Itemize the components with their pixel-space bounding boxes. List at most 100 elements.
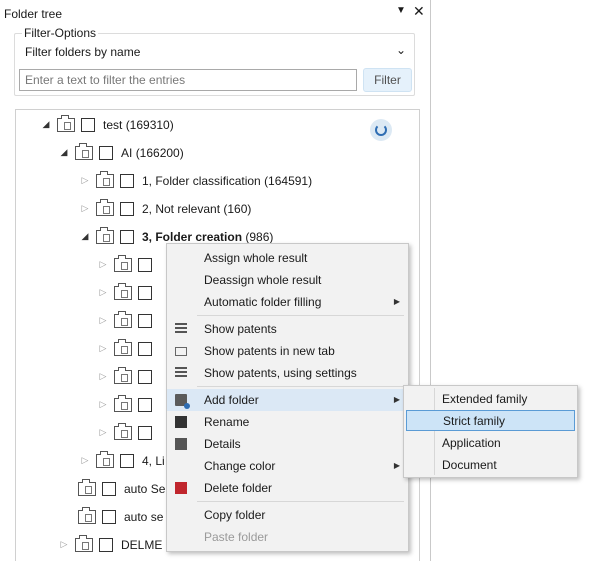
menu-item-rename[interactable]: Rename: [167, 411, 408, 433]
folder-icon: [96, 451, 114, 468]
folder-checkbox[interactable]: [138, 286, 152, 300]
submenu-item-application[interactable]: Application: [406, 433, 575, 454]
panel-menu-dropdown-icon[interactable]: ▼: [396, 5, 406, 16]
collapse-arrow-icon[interactable]: ▷: [59, 539, 69, 550]
collapse-arrow-icon[interactable]: ▷: [98, 287, 108, 298]
menu-item-label: Show patents in new tab: [204, 344, 335, 358]
folder-checkbox[interactable]: [120, 454, 134, 468]
menu-item-paste-folder: Paste folder: [167, 526, 408, 548]
folder-icon: [114, 395, 132, 412]
folder-checkbox[interactable]: [138, 342, 152, 356]
menu-item-automatic-folder-filling[interactable]: Automatic folder filling ▶: [167, 291, 408, 313]
menu-item-add-folder[interactable]: Add folder ▶: [167, 389, 408, 411]
folder-checkbox[interactable]: [81, 118, 95, 132]
folder-icon: [114, 367, 132, 384]
folder-checkbox[interactable]: [120, 174, 134, 188]
submenu-arrow-icon: ▶: [393, 395, 400, 404]
menu-item-label: Delete folder: [204, 481, 273, 495]
new-tab-icon: [175, 347, 187, 356]
refresh-icon[interactable]: [370, 119, 392, 141]
folder-icon: [75, 143, 93, 160]
folder-checkbox[interactable]: [99, 146, 113, 160]
menu-item-show-patents-new-tab[interactable]: Show patents in new tab: [167, 340, 408, 362]
collapse-arrow-icon[interactable]: ▷: [80, 203, 90, 214]
tree-row-not-relevant[interactable]: ▷ 2, Not relevant (160): [80, 199, 419, 220]
submenu-item-extended-family[interactable]: Extended family: [406, 389, 575, 410]
menu-item-assign-whole-result[interactable]: Assign whole result: [167, 247, 408, 269]
submenu-item-strict-family[interactable]: Strict family: [406, 410, 575, 431]
folder-icon: [114, 423, 132, 440]
folder-checkbox[interactable]: [138, 258, 152, 272]
folder-checkbox[interactable]: [138, 370, 152, 384]
folder-checkbox[interactable]: [138, 398, 152, 412]
menu-item-delete-folder[interactable]: Delete folder: [167, 477, 408, 499]
submenu-item-label: Strict family: [443, 414, 506, 428]
rename-icon: [175, 416, 187, 428]
folder-icon: [96, 171, 114, 188]
folder-checkbox[interactable]: [102, 482, 116, 496]
collapse-arrow-icon[interactable]: ▷: [98, 343, 108, 354]
filter-text-input[interactable]: [19, 69, 357, 91]
expand-arrow-icon[interactable]: ◢: [80, 231, 90, 242]
menu-item-show-patents[interactable]: Show patents: [167, 318, 408, 340]
add-folder-submenu: Extended family Strict family Applicatio…: [403, 385, 578, 478]
folder-checkbox[interactable]: [120, 230, 134, 244]
chevron-down-icon: ⌄: [395, 43, 406, 57]
delete-folder-icon: [175, 482, 187, 494]
collapse-arrow-icon[interactable]: ▷: [98, 259, 108, 270]
folder-label: test (169310): [103, 118, 174, 132]
folder-icon: [75, 535, 93, 552]
tree-row-ai[interactable]: ◢ AI (166200): [59, 143, 419, 164]
folder-icon: [96, 199, 114, 216]
folder-label: 2, Not relevant (160): [142, 202, 252, 216]
collapse-arrow-icon[interactable]: ▷: [98, 371, 108, 382]
details-icon: [175, 438, 187, 450]
folder-icon: [78, 479, 96, 496]
folder-label: 4, Li: [142, 454, 165, 468]
folder-label: DELME: [121, 538, 163, 552]
folder-checkbox[interactable]: [99, 538, 113, 552]
folder-label: auto Se: [124, 482, 166, 496]
folder-checkbox[interactable]: [120, 202, 134, 216]
collapse-arrow-icon[interactable]: ▷: [98, 315, 108, 326]
folder-checkbox[interactable]: [102, 510, 116, 524]
menu-item-label: Rename: [204, 415, 250, 429]
folder-icon: [96, 227, 114, 244]
panel-title-bar: Folder tree ▼ ✕: [0, 0, 430, 28]
folder-icon: [114, 339, 132, 356]
menu-item-label: Automatic folder filling: [204, 295, 322, 309]
expand-arrow-icon[interactable]: ◢: [41, 119, 51, 130]
menu-item-label: Change color: [204, 459, 276, 473]
menu-item-deassign-whole-result[interactable]: Deassign whole result: [167, 269, 408, 291]
filter-mode-select[interactable]: Filter folders by name ⌄: [19, 42, 412, 62]
menu-item-copy-folder[interactable]: Copy folder: [167, 504, 408, 526]
close-icon[interactable]: ✕: [413, 3, 425, 20]
menu-item-change-color[interactable]: Change color ▶: [167, 455, 408, 477]
menu-item-label: Copy folder: [204, 508, 266, 522]
collapse-arrow-icon[interactable]: ▷: [80, 455, 90, 466]
tree-row-test[interactable]: ◢ test (169310): [41, 115, 401, 136]
expand-arrow-icon[interactable]: ◢: [59, 147, 69, 158]
list-icon: [175, 323, 187, 333]
folder-icon: [114, 283, 132, 300]
filter-mode-value: Filter folders by name: [25, 45, 141, 59]
menu-item-details[interactable]: Details: [167, 433, 408, 455]
folder-checkbox[interactable]: [138, 426, 152, 440]
submenu-arrow-icon: ▶: [393, 297, 400, 306]
submenu-item-document[interactable]: Document: [406, 455, 575, 476]
folder-icon: [114, 311, 132, 328]
filter-button[interactable]: Filter: [363, 68, 412, 92]
collapse-arrow-icon[interactable]: ▷: [80, 175, 90, 186]
list-settings-icon: [175, 367, 187, 377]
folder-label: AI (166200): [121, 146, 184, 160]
menu-separator: [197, 501, 404, 502]
folder-icon: [57, 115, 75, 132]
collapse-arrow-icon[interactable]: ▷: [98, 399, 108, 410]
collapse-arrow-icon[interactable]: ▷: [98, 427, 108, 438]
menu-separator: [197, 315, 404, 316]
tree-row-folder-classification[interactable]: ▷ 1, Folder classification (164591): [80, 171, 419, 192]
menu-item-show-patents-settings[interactable]: Show patents, using settings: [167, 362, 408, 384]
menu-item-label: Paste folder: [204, 530, 269, 544]
folder-checkbox[interactable]: [138, 314, 152, 328]
menu-item-label: Assign whole result: [204, 251, 308, 265]
